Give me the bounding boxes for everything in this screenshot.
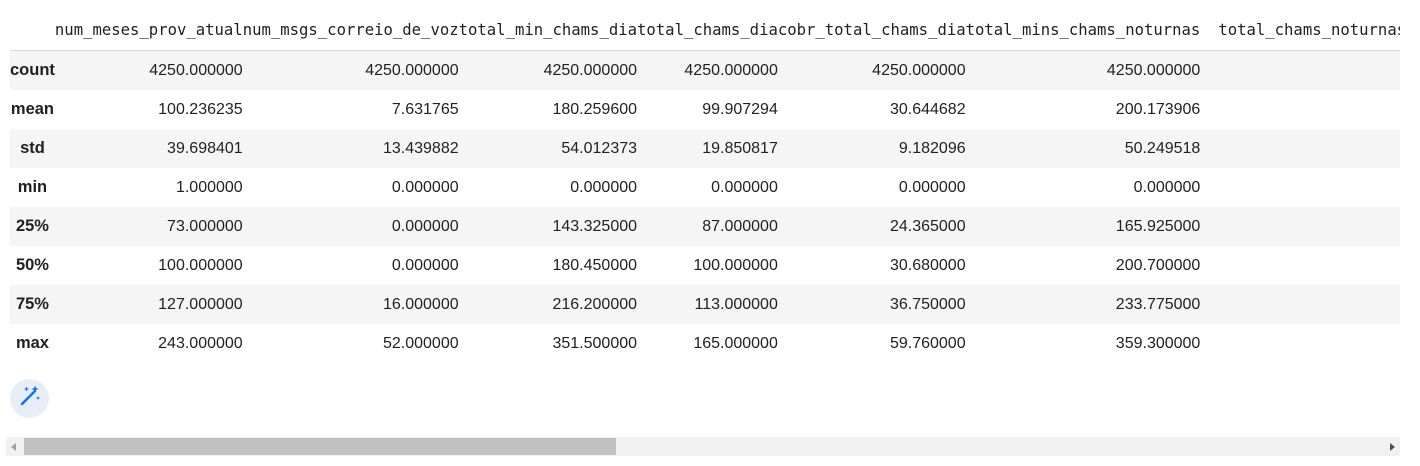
table-cell: 100.000000: [158, 257, 243, 274]
column-header: total_mins_chams_noturnas: [965, 10, 1201, 51]
table-cell: 99.907294: [702, 101, 778, 118]
scroll-right-button[interactable]: [1384, 437, 1400, 456]
table-row: std 39.698401 13.439882 54.012373 19.850…: [10, 129, 1400, 168]
table-cell: 50.249518: [1124, 140, 1201, 157]
column-header: total_chams_noturnas: [1200, 10, 1400, 51]
table-cell: [1200, 324, 1400, 363]
table-cell: 54.012373: [561, 140, 638, 157]
table-row: count 4250.000000 4250.000000 4250.00000…: [10, 50, 1400, 91]
table-cell: [1200, 207, 1400, 246]
table-row: 50% 100.000000 0.000000 180.450000 100.0…: [10, 246, 1400, 285]
table-cell: 113.000000: [694, 296, 778, 313]
table-cell: 0.000000: [1133, 179, 1201, 196]
column-header-index: [10, 10, 55, 51]
table-cell: 59.760000: [889, 335, 966, 352]
table-cell: 52.000000: [382, 335, 459, 352]
table-cell: 4250.000000: [1106, 62, 1201, 79]
header-row: num_meses_prov_atual num_msgs_correio_de…: [10, 10, 1400, 51]
row-label: max: [15, 334, 49, 352]
table-cell: 216.200000: [552, 296, 638, 313]
table-cell: 4250.000000: [149, 62, 243, 79]
table-cell: 39.698401: [167, 140, 243, 157]
table-cell: 19.850817: [702, 140, 778, 157]
table-cell: 143.325000: [552, 218, 638, 235]
table-cell: 1.000000: [175, 179, 243, 196]
table-cell: 0.000000: [391, 179, 459, 196]
column-header: num_msgs_correio_de_voz: [242, 10, 459, 51]
table-cell: 0.000000: [570, 179, 638, 196]
horizontal-scrollbar[interactable]: [6, 437, 1400, 456]
scroll-left-button[interactable]: [6, 437, 22, 456]
table-cell: 7.631765: [391, 101, 459, 118]
table-cell: 87.000000: [702, 218, 778, 235]
table-cell: 127.000000: [158, 296, 243, 313]
table-row: min 1.000000 0.000000 0.000000 0.000000 …: [10, 168, 1400, 207]
table-cell: 30.644682: [889, 101, 966, 118]
magic-suggest-button[interactable]: [10, 379, 49, 418]
dataframe-output: num_meses_prov_atual num_msgs_correio_de…: [10, 10, 1400, 365]
table-row: max 243.000000 52.000000 351.500000 165.…: [10, 324, 1400, 363]
triangle-right-icon: [1389, 438, 1395, 456]
table-cell: 180.259600: [552, 101, 638, 118]
row-label: mean: [10, 100, 55, 118]
table-cell: 100.000000: [693, 257, 778, 274]
table-cell: 200.700000: [1115, 257, 1201, 274]
table-cell: 351.500000: [552, 335, 638, 352]
row-label: count: [10, 61, 55, 79]
table-cell: [1200, 246, 1400, 285]
column-header: total_min_chams_dia: [458, 10, 638, 51]
table-cell: 4250.000000: [365, 62, 459, 79]
column-header: cobr_total_chams_dia: [777, 10, 966, 51]
table-cell: 0.000000: [711, 179, 778, 196]
table-cell: 243.000000: [158, 335, 243, 352]
table-cell: 233.775000: [1115, 296, 1201, 313]
scrollbar-thumb[interactable]: [24, 438, 616, 455]
table-cell: 73.000000: [167, 218, 243, 235]
row-label: min: [17, 178, 48, 196]
table-cell: 100.236235: [158, 101, 243, 118]
table-cell: 4250.000000: [543, 62, 638, 79]
table-cell: 359.300000: [1115, 335, 1201, 352]
table-cell: 16.000000: [382, 296, 459, 313]
table-cell: [1200, 285, 1400, 324]
table-cell: 30.680000: [889, 257, 966, 274]
table-cell: [1200, 168, 1400, 207]
table-cell: 0.000000: [391, 218, 459, 235]
row-label: 50%: [15, 256, 49, 274]
table-cell: 4250.000000: [684, 62, 778, 79]
row-label: 25%: [15, 217, 49, 235]
table-cell: 0.000000: [898, 179, 966, 196]
table-cell: 9.182096: [898, 140, 966, 157]
column-header: total_chams_dia: [637, 10, 778, 51]
row-label: 75%: [15, 295, 49, 313]
magic-wand-sparkle-icon: [18, 384, 42, 413]
triangle-left-icon: [11, 438, 17, 456]
table-cell: 180.450000: [552, 257, 638, 274]
table-row: 25% 73.000000 0.000000 143.325000 87.000…: [10, 207, 1400, 246]
table-row: mean 100.236235 7.631765 180.259600 99.9…: [10, 90, 1400, 129]
table-cell: 13.439882: [382, 140, 459, 157]
table-cell: [1200, 129, 1400, 168]
table-cell: 165.000000: [693, 335, 778, 352]
table-row: 75% 127.000000 16.000000 216.200000 113.…: [10, 285, 1400, 324]
column-header: num_meses_prov_atual: [54, 10, 243, 51]
table-cell: 0.000000: [391, 257, 459, 274]
describe-table: num_meses_prov_atual num_msgs_correio_de…: [10, 10, 1400, 363]
table-cell: 24.365000: [889, 218, 966, 235]
table-cell: [1200, 90, 1400, 129]
table-cell: 36.750000: [889, 296, 966, 313]
table-cell: [1200, 51, 1400, 91]
row-label: std: [20, 139, 45, 157]
table-cell: 200.173906: [1115, 101, 1201, 118]
table-cell: 4250.000000: [872, 62, 966, 79]
table-cell: 165.925000: [1115, 218, 1201, 235]
